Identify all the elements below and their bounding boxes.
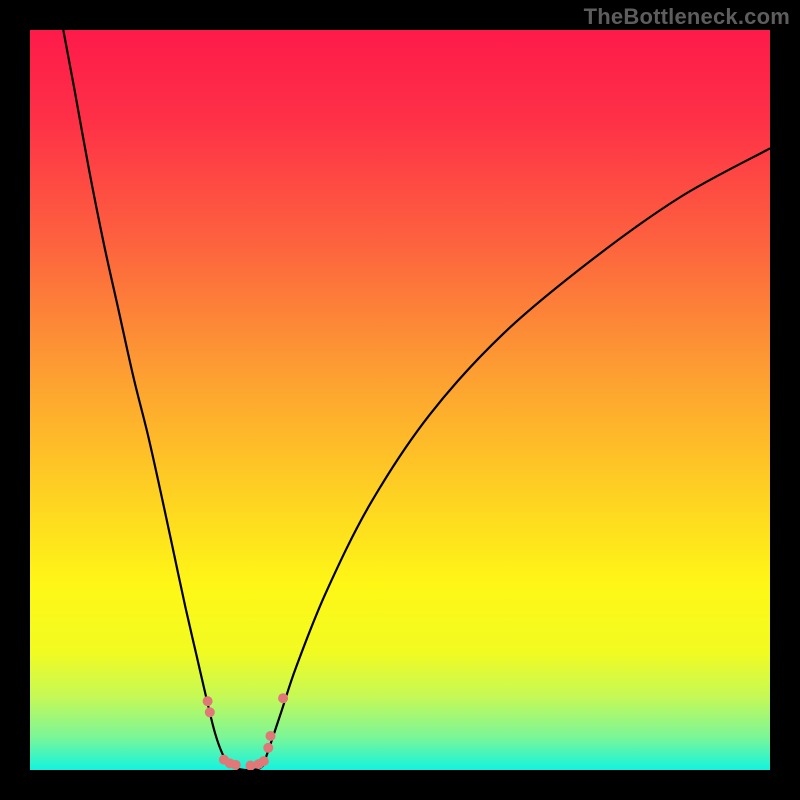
chart-frame: TheBottleneck.com (0, 0, 800, 800)
data-marker (266, 731, 276, 741)
data-marker (205, 707, 215, 717)
data-marker (259, 756, 269, 766)
curve-left-branch (63, 30, 230, 766)
data-marker (231, 760, 241, 770)
data-marker (263, 743, 273, 753)
data-marker (278, 693, 288, 703)
watermark-text: TheBottleneck.com (584, 4, 790, 30)
plot-area (30, 30, 770, 770)
bottleneck-curve (30, 30, 770, 770)
curve-right-branch (263, 148, 770, 765)
data-marker (203, 696, 213, 706)
